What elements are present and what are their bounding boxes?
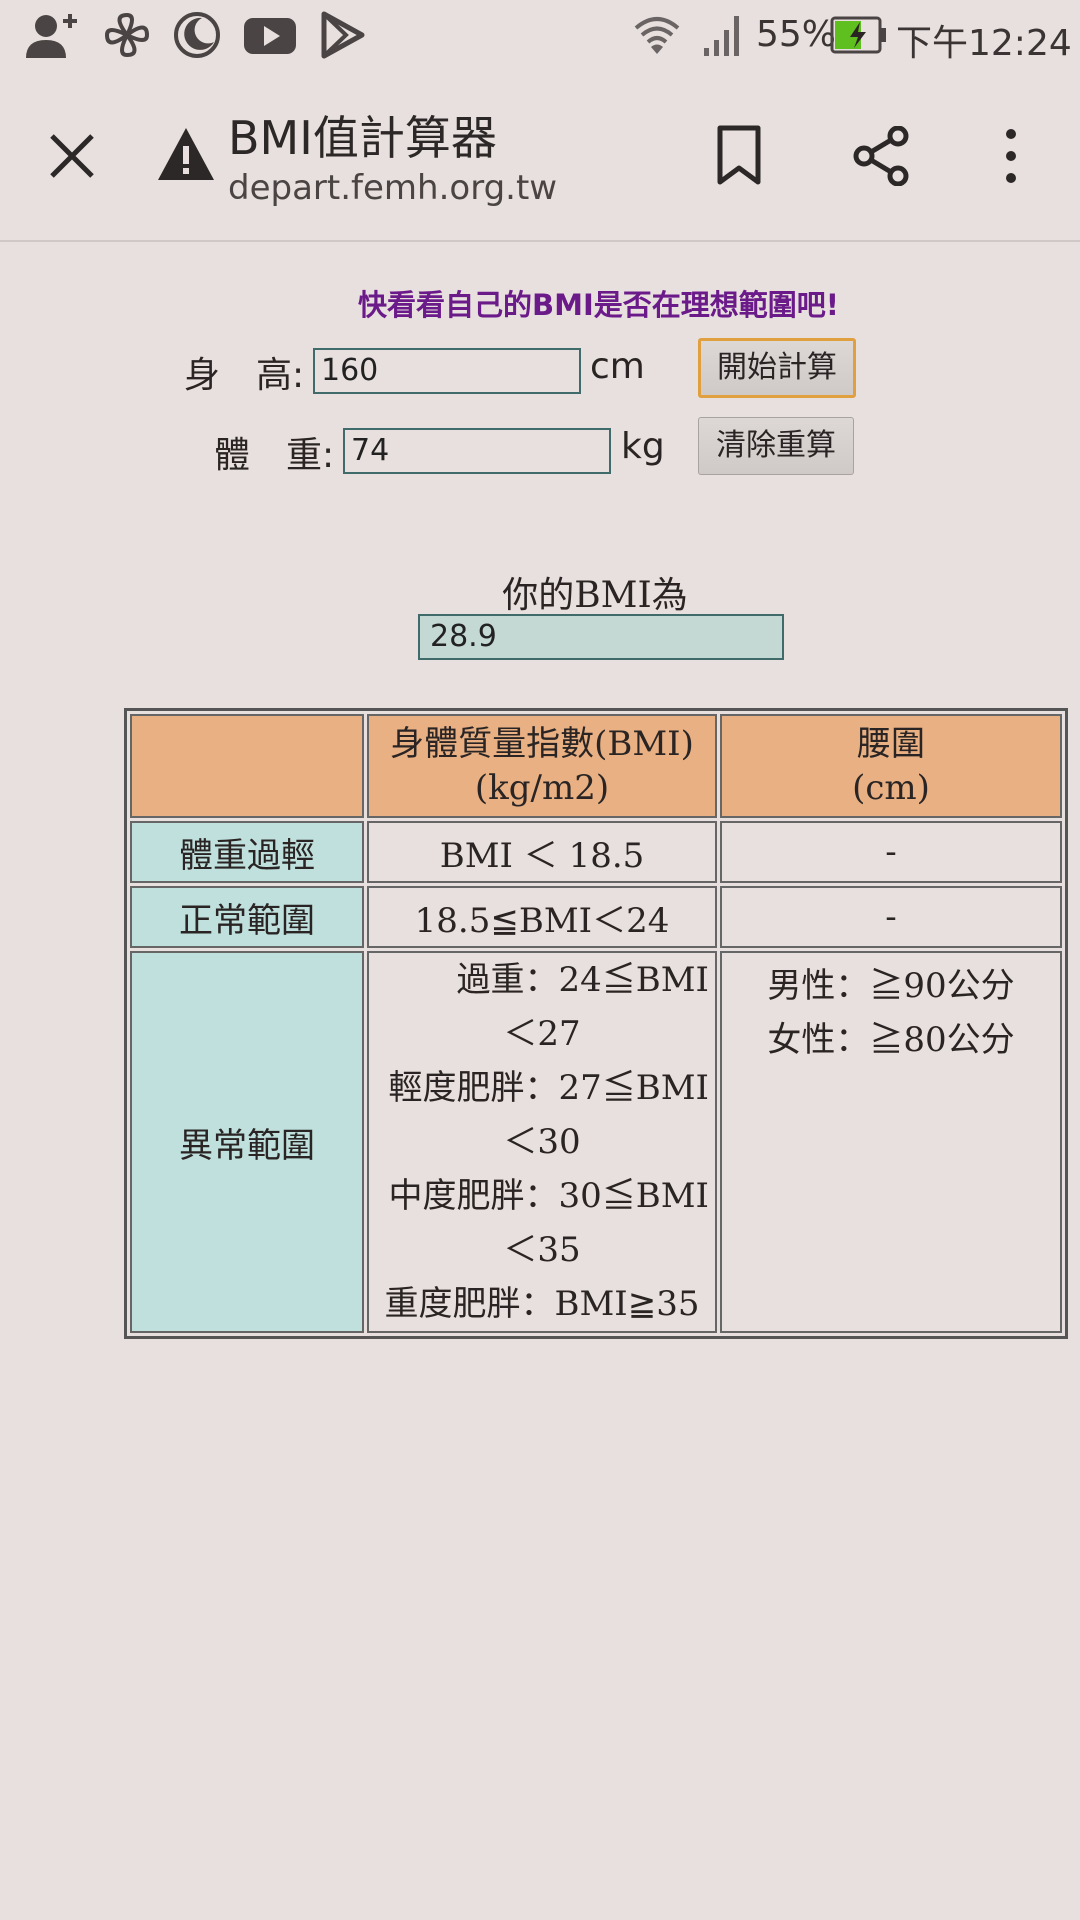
- waist-male: 男性：≧90公分: [767, 966, 1015, 1006]
- page-url[interactable]: depart.femh.org.tw: [228, 168, 557, 208]
- pinwheel-icon: [104, 12, 150, 58]
- signal-icon: [704, 16, 739, 56]
- battery-percent: 55%: [756, 14, 837, 55]
- header-bmi-unit: (kg/m2): [474, 768, 610, 808]
- status-bar: 55% 下午12:24: [0, 0, 1080, 72]
- waist-cell: -: [720, 821, 1062, 883]
- height-label: 身 高:: [184, 355, 305, 396]
- share-icon[interactable]: [852, 126, 912, 186]
- table-row: 異常範圍 過重：24≦BMI ＜27 輕度肥胖：27≦BMI ＜30 中度肥胖：…: [130, 951, 1062, 1333]
- add-user-icon: [26, 14, 77, 58]
- category-cell: 體重過輕: [130, 821, 364, 883]
- waist-cell: -: [720, 886, 1062, 948]
- bmi-range-line: ＜35: [503, 1230, 581, 1270]
- header-bmi: 身體質量指數(BMI) (kg/m2): [367, 714, 717, 818]
- waist-cell: 男性：≧90公分 女性：≧80公分: [720, 951, 1062, 1333]
- bmi-range-line: ＜30: [503, 1122, 581, 1162]
- bmi-range-line: ＜27: [503, 1014, 581, 1054]
- bmi-result-field[interactable]: 28.9: [418, 614, 784, 660]
- height-unit: cm: [590, 346, 645, 387]
- warning-icon[interactable]: [156, 126, 216, 182]
- youtube-icon: [244, 18, 296, 54]
- weight-label: 體 重:: [214, 435, 335, 476]
- bmi-range-line: 過重：24≦BMI: [456, 960, 710, 1000]
- bmi-range-cell: 18.5≦BMI＜24: [367, 886, 717, 948]
- category-cell: 異常範圍: [130, 951, 364, 1333]
- bmi-range-cell: 過重：24≦BMI ＜27 輕度肥胖：27≦BMI ＜30 中度肥胖：30≦BM…: [367, 951, 717, 1333]
- tagline: 快看看自己的BMI是否在理想範圍吧!: [358, 288, 839, 322]
- bmi-range-line: 重度肥胖：BMI≧35: [384, 1284, 700, 1324]
- weight-input[interactable]: 74: [343, 428, 611, 474]
- moon-icon: [174, 12, 220, 58]
- battery-charging-icon: [830, 16, 886, 54]
- bmi-range-line: 輕度肥胖：27≦BMI: [388, 1068, 710, 1108]
- bmi-range-cell: BMI ＜ 18.5: [367, 821, 717, 883]
- bmi-range-line: 中度肥胖：30≦BMI: [388, 1176, 710, 1216]
- header-bmi-title: 身體質量指數(BMI): [390, 724, 694, 764]
- play-store-icon: [321, 11, 365, 59]
- wifi-icon: [634, 17, 680, 54]
- bmi-reference-table: 身體質量指數(BMI) (kg/m2) 腰圍 (cm) 體重過輕 BMI ＜ 1…: [124, 708, 1068, 1339]
- clock: 下午12:24: [896, 23, 1072, 64]
- clear-button[interactable]: 清除重算: [698, 417, 854, 475]
- result-label: 你的BMI為: [502, 575, 688, 616]
- table-header-row: 身體質量指數(BMI) (kg/m2) 腰圍 (cm): [130, 714, 1062, 818]
- height-input[interactable]: 160: [313, 348, 581, 394]
- more-options-icon[interactable]: [996, 126, 1026, 186]
- header-waist: 腰圍 (cm): [720, 714, 1062, 818]
- header-waist-unit: (cm): [852, 768, 930, 808]
- table-row: 體重過輕 BMI ＜ 18.5 -: [130, 821, 1062, 883]
- waist-female: 女性：≧80公分: [767, 1020, 1015, 1060]
- page-title: BMI值計算器: [228, 111, 497, 165]
- category-cell: 正常範圍: [130, 886, 364, 948]
- header-empty-cell: [130, 714, 364, 818]
- calculate-button[interactable]: 開始計算: [698, 338, 856, 398]
- close-icon[interactable]: [44, 128, 100, 184]
- header-waist-title: 腰圍: [857, 724, 925, 764]
- bookmark-icon[interactable]: [714, 124, 764, 186]
- table-row: 正常範圍 18.5≦BMI＜24 -: [130, 886, 1062, 948]
- weight-unit: kg: [621, 426, 665, 467]
- browser-toolbar: BMI值計算器 depart.femh.org.tw: [0, 72, 1080, 242]
